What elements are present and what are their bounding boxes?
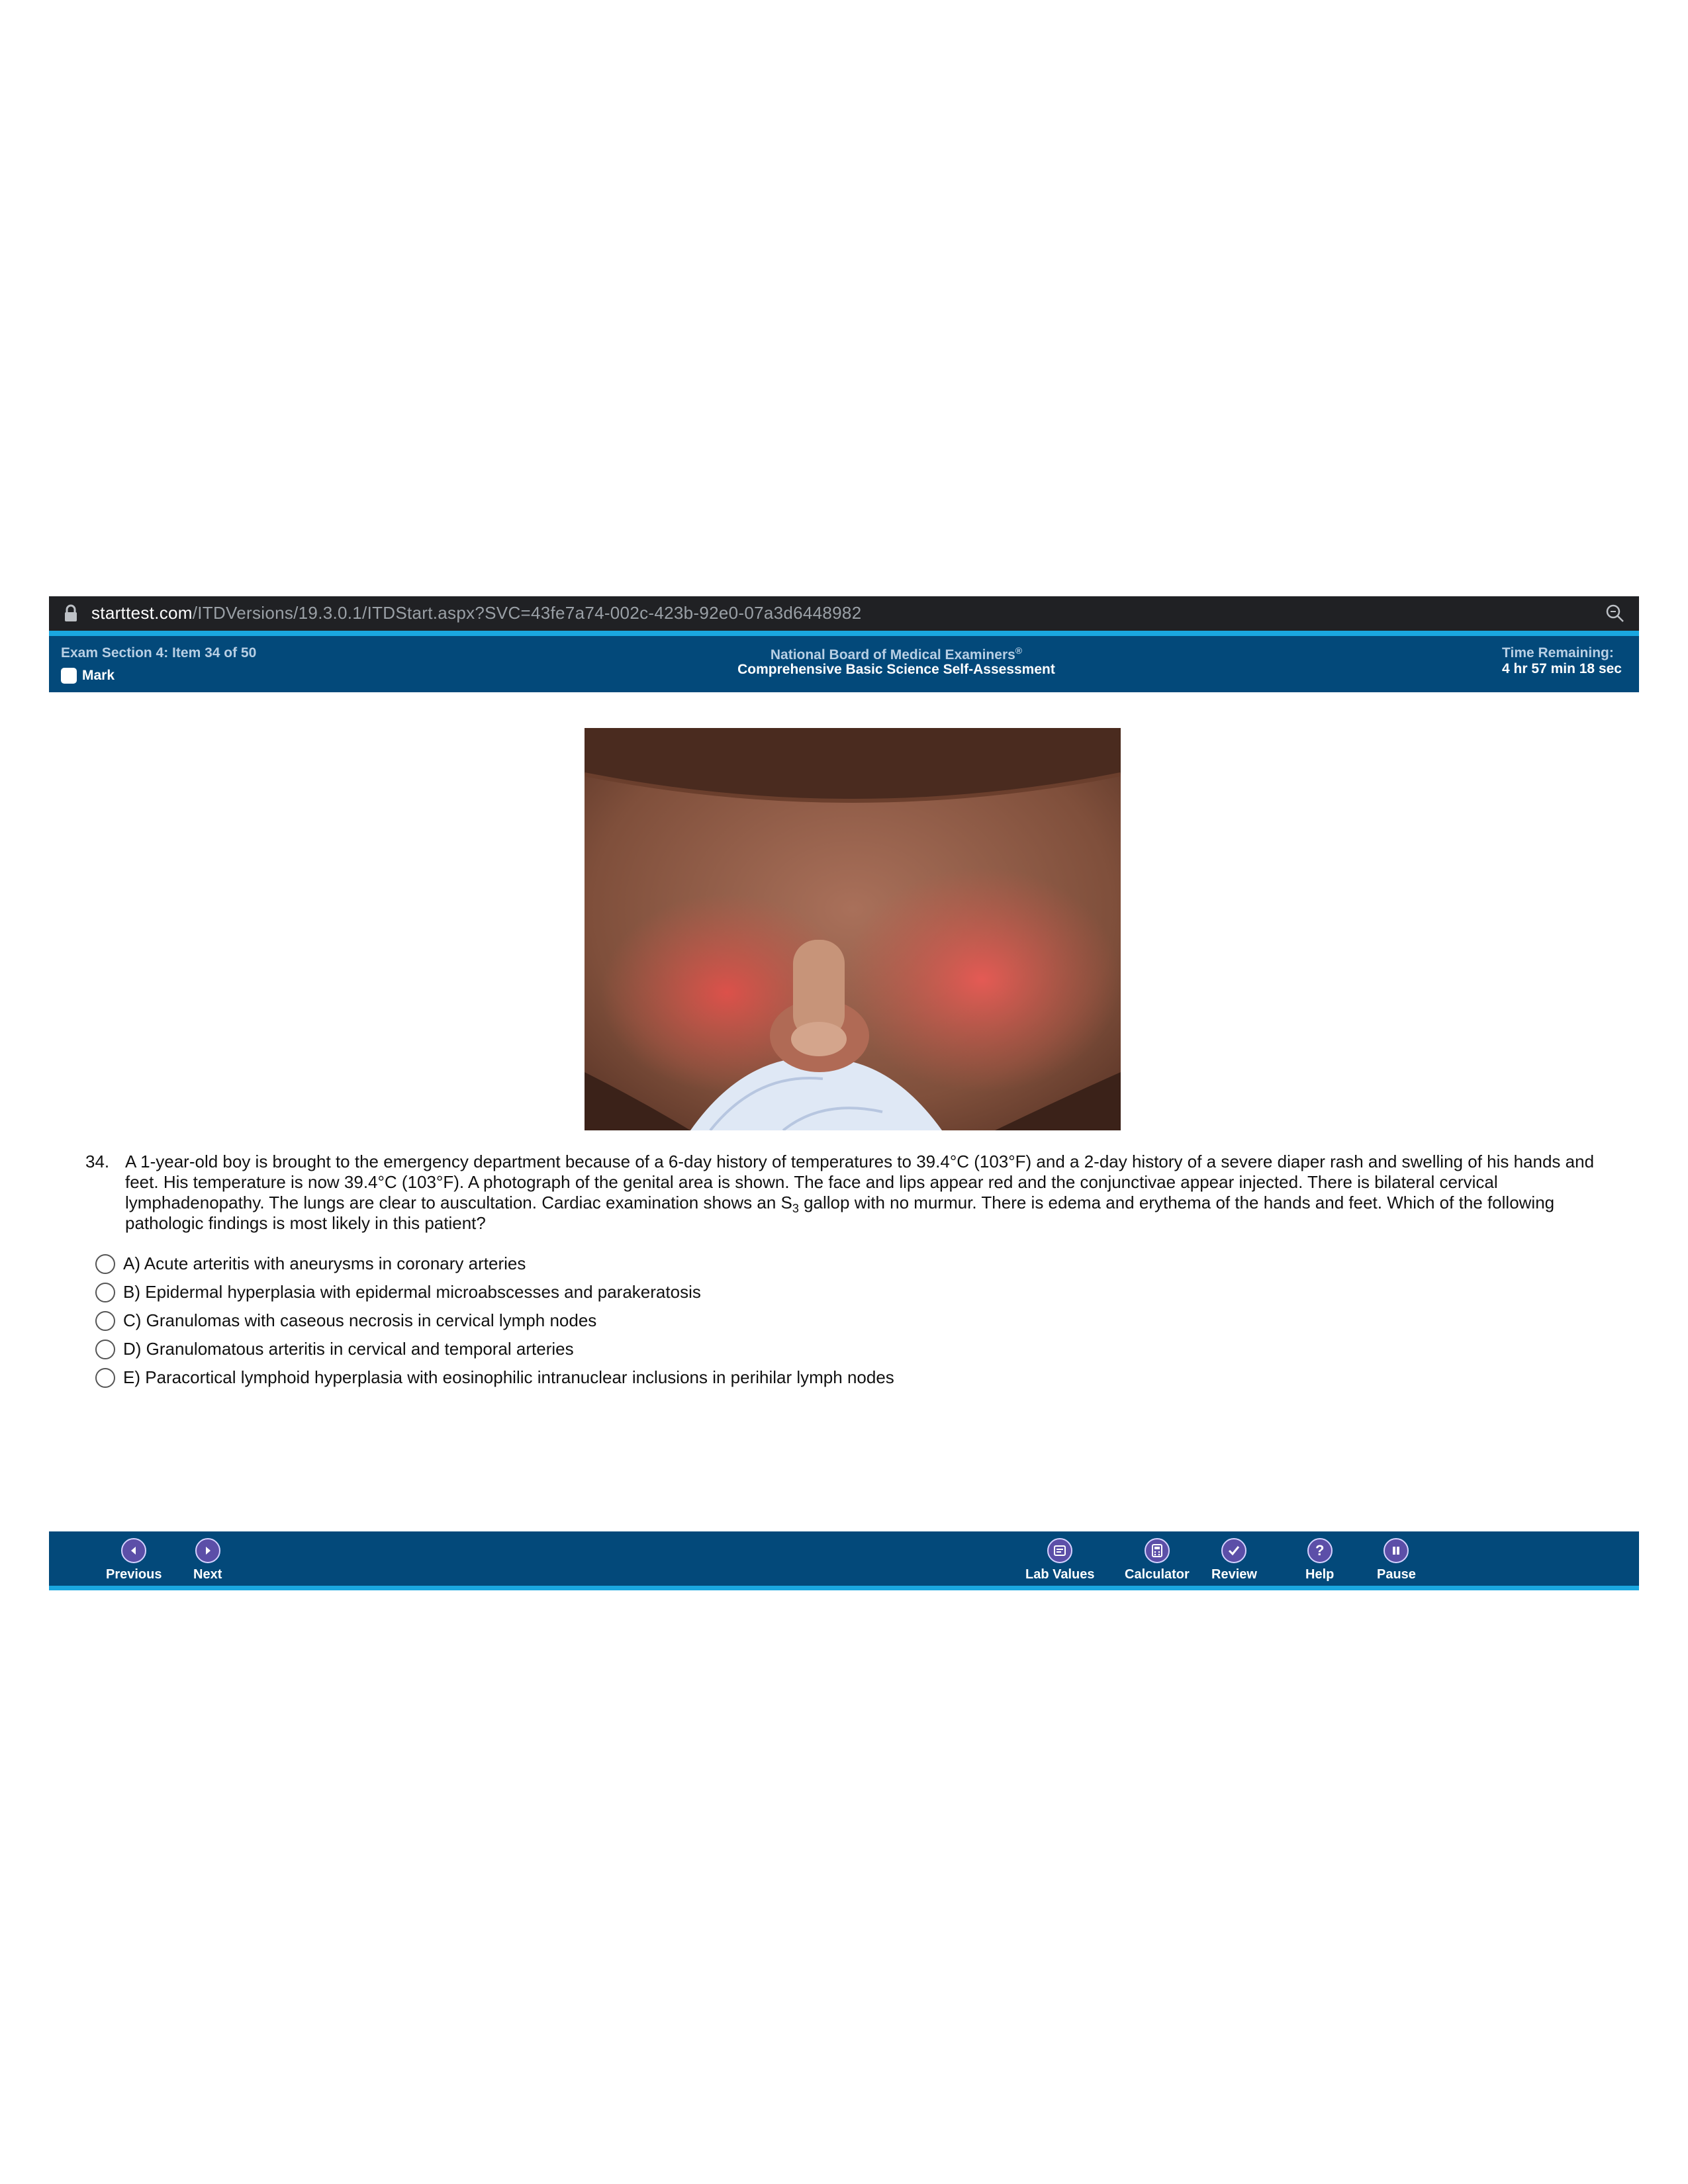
answer-option-label: B) Epidermal hyperplasia with epidermal … <box>123 1282 701 1302</box>
time-remaining-label: Time Remaining: <box>1502 645 1614 660</box>
help-label: Help <box>1305 1567 1335 1582</box>
organization-name: National Board of Medical Examiners® <box>645 645 1148 663</box>
url-text[interactable]: starttest.com/ITDVersions/19.3.0.1/ITDSt… <box>91 603 861 623</box>
navigation-footer: Previous Next Lab Values Calculator Revi… <box>49 1531 1639 1586</box>
time-remaining-value: 4 hr 57 min 18 sec <box>1502 661 1622 676</box>
clinical-photograph <box>585 728 1121 1130</box>
radio-button[interactable] <box>95 1282 115 1302</box>
previous-label: Previous <box>106 1567 162 1582</box>
review-label: Review <box>1211 1567 1257 1582</box>
mark-toggle[interactable]: Mark <box>61 668 115 684</box>
footer-accent-strip <box>49 1586 1639 1590</box>
next-label: Next <box>193 1567 222 1582</box>
help-button[interactable]: ? Help <box>1305 1538 1334 1582</box>
question-stem: A 1-year-old boy is brought to the emerg… <box>125 1152 1621 1234</box>
pause-button[interactable]: Pause <box>1377 1538 1416 1582</box>
exam-header: Exam Section 4: Item 34 of 50 Mark Natio… <box>49 636 1639 692</box>
previous-arrow-icon <box>121 1538 147 1563</box>
answer-option-label: D) Granulomatous arteritis in cervical a… <box>123 1339 574 1359</box>
exam-title: National Board of Medical Examiners® Com… <box>645 645 1148 678</box>
radio-button[interactable] <box>95 1310 115 1331</box>
answer-options: A) Acute arteritis with aneurysms in cor… <box>95 1250 894 1392</box>
item-info: Exam Section 4: Item 34 of 50 Mark <box>61 645 257 684</box>
review-button[interactable]: Review <box>1211 1538 1257 1582</box>
url-path: /ITDVersions/19.3.0.1/ITDStart.aspx?SVC=… <box>192 603 862 623</box>
answer-option-e[interactable]: E) Paracortical lymphoid hyperplasia wit… <box>95 1363 894 1392</box>
radio-button[interactable] <box>95 1367 115 1388</box>
calculator-label: Calculator <box>1125 1567 1190 1582</box>
clinical-photograph-image <box>585 728 1121 1130</box>
next-button[interactable]: Next <box>193 1538 222 1582</box>
answer-option-b[interactable]: B) Epidermal hyperplasia with epidermal … <box>95 1278 894 1306</box>
checkmark-icon <box>1221 1538 1247 1563</box>
lab-values-label: Lab Values <box>1025 1567 1095 1582</box>
previous-button[interactable]: Previous <box>106 1538 162 1582</box>
calculator-icon <box>1144 1538 1170 1563</box>
answer-option-c[interactable]: C) Granulomas with caseous necrosis in c… <box>95 1306 894 1335</box>
address-bar[interactable]: starttest.com/ITDVersions/19.3.0.1/ITDSt… <box>49 596 1639 631</box>
mark-checkbox[interactable] <box>61 668 77 684</box>
url-host: starttest.com <box>91 603 193 623</box>
lock-icon <box>65 604 77 621</box>
radio-button[interactable] <box>95 1339 115 1359</box>
answer-option-a[interactable]: A) Acute arteritis with aneurysms in cor… <box>95 1250 894 1278</box>
next-arrow-icon <box>195 1538 220 1563</box>
answer-option-d[interactable]: D) Granulomatous arteritis in cervical a… <box>95 1335 894 1363</box>
help-icon-glyph: ? <box>1315 1542 1325 1559</box>
question-number: 34. <box>85 1152 110 1171</box>
answer-option-label: A) Acute arteritis with aneurysms in cor… <box>123 1253 526 1273</box>
exam-name: Comprehensive Basic Science Self-Assessm… <box>737 662 1055 677</box>
radio-button[interactable] <box>95 1253 115 1274</box>
calculator-button[interactable]: Calculator <box>1125 1538 1190 1582</box>
question-mark-icon: ? <box>1307 1538 1333 1563</box>
question-stem-subscript: 3 <box>792 1202 799 1216</box>
timer: Time Remaining: 4 hr 57 min 18 sec <box>1502 645 1622 677</box>
organization-text: National Board of Medical Examiners <box>770 647 1015 662</box>
lab-values-button[interactable]: Lab Values <box>1025 1538 1095 1582</box>
mark-label: Mark <box>82 668 115 683</box>
answer-option-label: C) Granulomas with caseous necrosis in c… <box>123 1310 597 1330</box>
pause-icon <box>1383 1538 1409 1563</box>
registered-mark: ® <box>1015 645 1023 656</box>
screenshot: starttest.com/ITDVersions/19.3.0.1/ITDSt… <box>49 596 1639 1590</box>
pause-label: Pause <box>1377 1567 1416 1582</box>
item-counter: Exam Section 4: Item 34 of 50 <box>61 645 257 660</box>
zoom-icon[interactable] <box>1605 603 1624 623</box>
header-accent-strip <box>49 631 1639 636</box>
lab-values-icon <box>1047 1538 1073 1563</box>
answer-option-label: E) Paracortical lymphoid hyperplasia wit… <box>123 1367 894 1387</box>
